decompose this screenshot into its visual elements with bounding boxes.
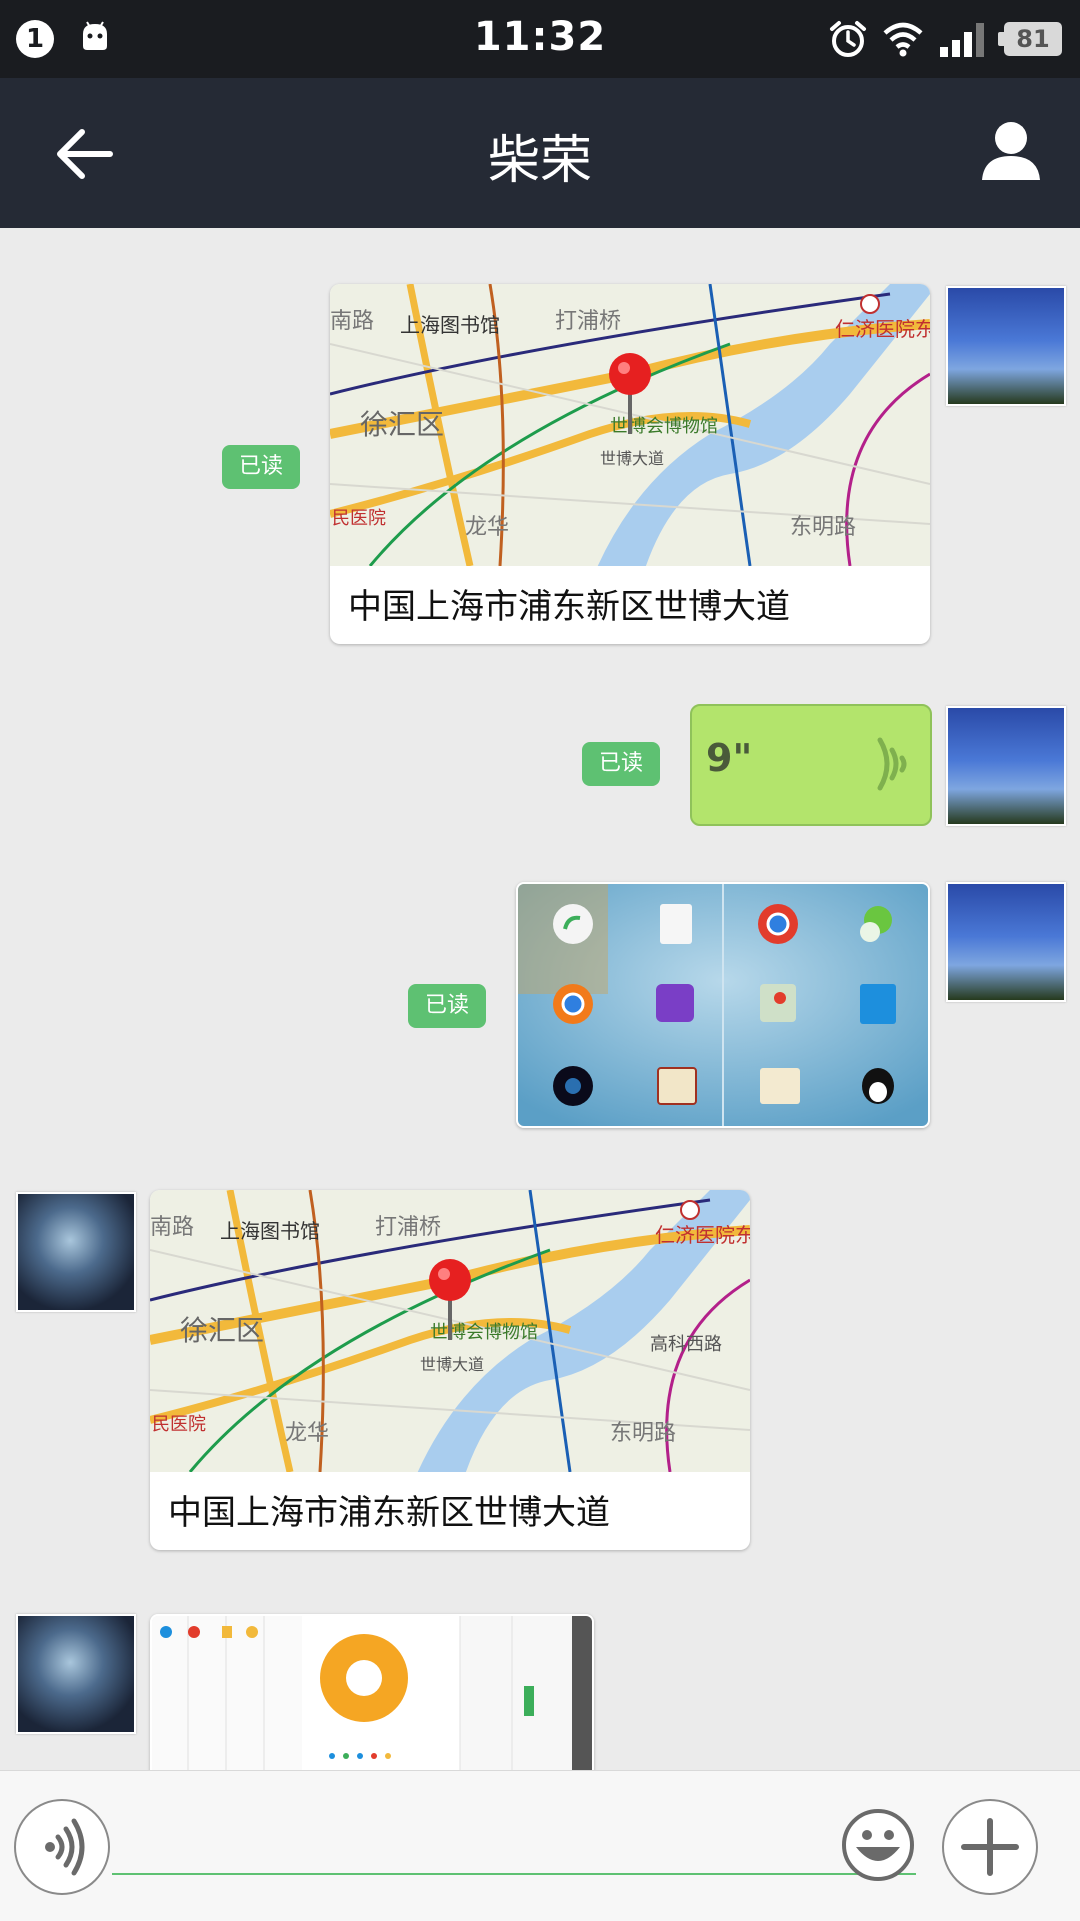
voice-wave-icon	[877, 737, 907, 791]
map-label: 高科西路	[650, 1334, 722, 1355]
homescreen-screenshot	[518, 884, 928, 1126]
map-label: 民医院	[152, 1414, 206, 1435]
read-status-badge: 已读	[222, 445, 300, 489]
voice-duration: 9"	[706, 736, 753, 780]
my-avatar[interactable]	[946, 882, 1066, 1002]
map-label: 打浦桥	[375, 1215, 441, 1240]
map-label: 世博会博物馆	[610, 416, 718, 437]
map-label: 徐汇区	[360, 408, 444, 441]
map-label: 上海图书馆	[220, 1219, 320, 1243]
plus-icon	[961, 1818, 1019, 1876]
map-label: 龙华	[285, 1421, 329, 1446]
emoji-button[interactable]	[840, 1807, 914, 1881]
app-screenshot	[152, 1616, 592, 1772]
image-thumbnail[interactable]	[150, 1614, 594, 1772]
map-thumbnail: 上海图书馆 打浦桥 徐汇区 世博会博物馆 世博大道 仁济医院东 东明路 龙华 民…	[330, 284, 930, 566]
map-thumbnail: 上海图书馆 打浦桥 徐汇区 世博会博物馆 世博大道 仁济医院东 东明路 龙华 民…	[150, 1190, 750, 1472]
message-text-input[interactable]	[112, 1799, 916, 1875]
location-card[interactable]: 上海图书馆 打浦桥 徐汇区 世博会博物馆 世博大道 仁济医院东 东明路 龙华 民…	[330, 284, 930, 644]
map-label: 东明路	[790, 515, 856, 540]
status-icons: 81	[828, 16, 1062, 62]
signal-icon	[940, 23, 984, 57]
map-label: 南路	[330, 309, 374, 334]
my-avatar[interactable]	[946, 286, 1066, 406]
location-address: 中国上海市浦东新区世博大道	[348, 587, 790, 627]
alarm-icon	[830, 21, 866, 57]
my-avatar[interactable]	[946, 706, 1066, 826]
location-address: 中国上海市浦东新区世博大道	[168, 1493, 610, 1533]
map-label: 仁济医院东	[655, 1223, 750, 1247]
map-label: 龙华	[465, 515, 509, 540]
more-options-button[interactable]	[942, 1799, 1038, 1895]
chat-title: 柴荣	[487, 131, 592, 191]
read-status-badge: 已读	[408, 984, 486, 1028]
emoji-icon	[842, 1809, 914, 1881]
map-label: 民医院	[332, 508, 386, 529]
image-thumbnail[interactable]	[516, 882, 930, 1128]
wifi-icon	[883, 22, 923, 57]
profile-icon[interactable]	[978, 118, 1044, 184]
title-bar: 柴荣	[0, 78, 1080, 228]
map-label: 东明路	[610, 1421, 676, 1446]
voice-input-button[interactable]	[14, 1799, 110, 1895]
map-label: 世博大道	[420, 1355, 484, 1374]
map-label: 打浦桥	[555, 309, 621, 334]
map-label: 上海图书馆	[400, 313, 500, 337]
location-card[interactable]: 上海图书馆 打浦桥 徐汇区 世博会博物馆 世博大道 仁济医院东 东明路 龙华 民…	[150, 1190, 750, 1550]
message-input-bar	[0, 1770, 1080, 1921]
contact-avatar[interactable]	[16, 1192, 136, 1312]
map-label: 徐汇区	[180, 1314, 264, 1347]
map-label: 世博会博物馆	[430, 1322, 538, 1343]
voice-icon	[45, 1818, 85, 1876]
contact-avatar[interactable]	[16, 1614, 136, 1734]
battery-icon: 81	[998, 22, 1062, 56]
read-status-badge: 已读	[582, 742, 660, 786]
map-label: 南路	[150, 1215, 194, 1240]
status-bar: 1 11:32 81	[0, 0, 1080, 78]
map-label: 仁济医院东	[835, 317, 930, 341]
voice-message-bubble[interactable]: 9"	[690, 704, 932, 826]
map-label: 世博大道	[600, 449, 664, 468]
